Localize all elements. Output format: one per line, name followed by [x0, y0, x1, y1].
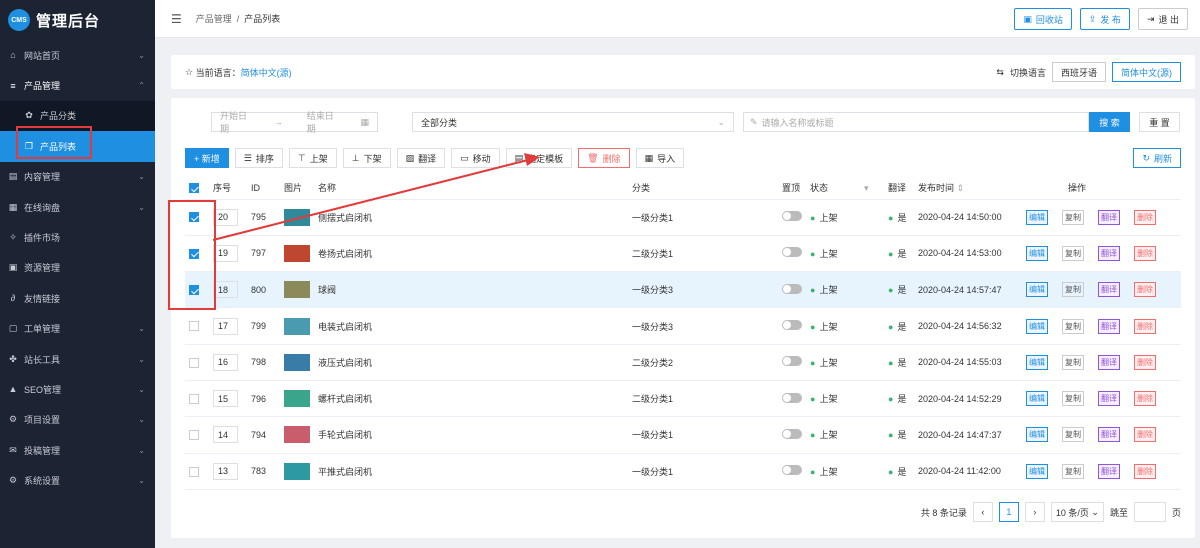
annotation-arrow: [212, 153, 540, 241]
